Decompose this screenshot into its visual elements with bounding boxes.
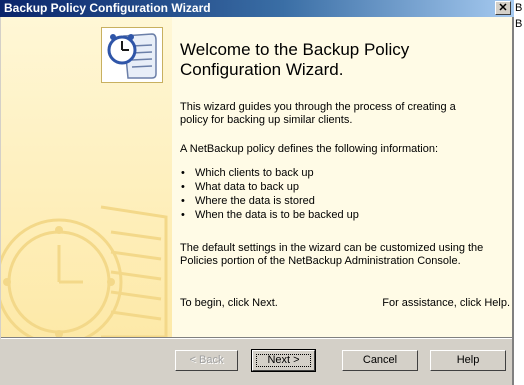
wizard-icon: [101, 27, 163, 83]
list-item: • Which clients to back up: [181, 167, 314, 179]
window-title: Backup Policy Configuration Wizard: [4, 1, 211, 15]
next-button[interactable]: Next >: [251, 349, 316, 372]
focus-rect: [256, 354, 311, 367]
heading-line: Welcome to the Backup Policy: [180, 40, 410, 59]
edge-text: B: [515, 18, 523, 30]
intro-line: This wizard guides you through the proce…: [180, 101, 456, 113]
help-hint-text: For assistance, click Help.: [382, 297, 510, 309]
customize-line: Policies portion of the NetBackup Admini…: [180, 255, 461, 267]
begin-text: To begin, click Next.: [180, 297, 278, 309]
intro-line: policy for backing up similar clients.: [180, 114, 353, 126]
list-item: • What data to back up: [181, 181, 299, 193]
list-item-label: Which clients to back up: [195, 167, 314, 179]
page-title: Welcome to the Backup Policy Configurati…: [180, 40, 480, 80]
cancel-button[interactable]: Cancel: [342, 350, 418, 371]
defines-text: A NetBackup policy defines the following…: [180, 143, 439, 155]
list-item: • When the data is to be backed up: [181, 209, 359, 221]
close-icon: ✕: [498, 2, 508, 14]
heading-line: Configuration Wizard.: [180, 60, 344, 79]
cancel-button-label: Cancel: [362, 354, 398, 366]
list-item-label: Where the data is stored: [195, 195, 315, 207]
edge-text: B: [515, 2, 523, 14]
info-list: • Which clients to back up • What data to …: [180, 166, 359, 222]
list-item: • Where the data is stored: [181, 195, 315, 207]
close-button[interactable]: ✕: [495, 1, 511, 15]
customize-text: The default settings in the wizard can b…: [180, 242, 500, 268]
clock-document-icon: [107, 33, 157, 79]
back-button[interactable]: < Back: [175, 350, 238, 371]
help-button-label: Help: [456, 354, 480, 366]
background-window-edge: B B: [514, 0, 524, 385]
help-button[interactable]: Help: [430, 350, 506, 371]
intro-text: This wizard guides you through the proce…: [180, 101, 500, 127]
title-bar[interactable]: Backup Policy Configuration Wizard ✕: [0, 0, 514, 17]
list-item-label: What data to back up: [195, 181, 299, 193]
back-button-label: < Back: [189, 354, 224, 366]
customize-line: The default settings in the wizard can b…: [180, 242, 484, 254]
list-item-label: When the data is to be backed up: [195, 209, 359, 221]
